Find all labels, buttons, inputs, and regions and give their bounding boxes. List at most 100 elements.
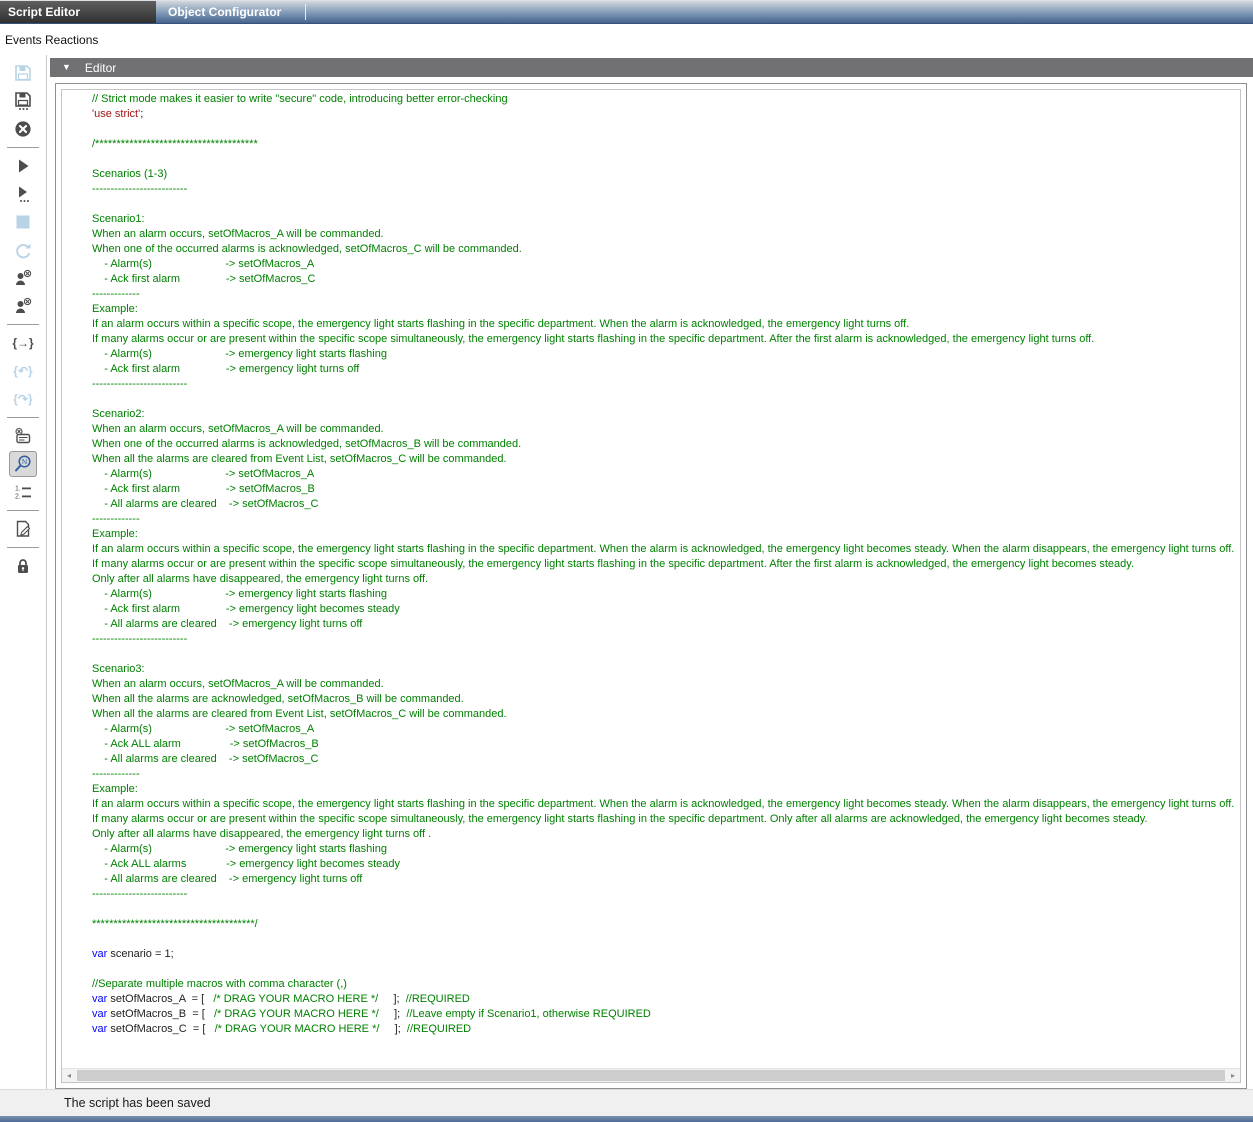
code-line bbox=[92, 647, 1236, 662]
scroll-left-arrow-icon[interactable]: ◂ bbox=[62, 1069, 76, 1082]
editor-panel: ▼ Editor // Strict mode makes it easier … bbox=[47, 55, 1253, 1089]
toolbar-separator bbox=[7, 417, 39, 418]
page-edit-icon bbox=[13, 519, 33, 539]
save-button[interactable] bbox=[9, 60, 37, 86]
code-line bbox=[92, 152, 1236, 167]
code-line: var setOfMacros_A = [ /* DRAG YOUR MACRO… bbox=[92, 992, 1236, 1007]
code-line: - All alarms are cleared -> setOfMacros_… bbox=[92, 497, 1236, 512]
toolbar-separator bbox=[7, 324, 39, 325]
code-line: If an alarm occurs within a specific sco… bbox=[92, 542, 1236, 557]
svg-text:N: N bbox=[22, 459, 27, 466]
form-x-icon bbox=[13, 426, 33, 446]
code-line: When all the alarms are cleared from Eve… bbox=[92, 707, 1236, 722]
code-line: 'use strict'; bbox=[92, 107, 1236, 122]
editor-panel-header[interactable]: ▼ Editor bbox=[50, 58, 1253, 77]
tab-script-editor[interactable]: Script Editor bbox=[0, 1, 156, 23]
code-line: - Alarm(s) -> setOfMacros_A bbox=[92, 257, 1236, 272]
lock-button[interactable] bbox=[9, 553, 37, 579]
code-line: If many alarms occur or are present with… bbox=[92, 812, 1236, 827]
code-line: If many alarms occur or are present with… bbox=[92, 557, 1236, 572]
code-line: Scenario2: bbox=[92, 407, 1236, 422]
braces-redo-icon: {↷} bbox=[13, 393, 32, 405]
code-line: /************************************** bbox=[92, 137, 1236, 152]
scrollbar-thumb[interactable] bbox=[77, 1070, 1225, 1081]
code-line bbox=[92, 962, 1236, 977]
cancel-button[interactable] bbox=[9, 116, 37, 142]
numbered-list-icon: 1.2. bbox=[13, 482, 33, 502]
code-line: - All alarms are cleared -> emergency li… bbox=[92, 872, 1236, 887]
run-button[interactable] bbox=[9, 153, 37, 179]
circle-x-icon bbox=[13, 119, 33, 139]
code-line: If an alarm occurs within a specific sco… bbox=[92, 317, 1236, 332]
horizontal-scrollbar[interactable]: ◂ ▸ bbox=[62, 1068, 1240, 1082]
code-line: - All alarms are cleared -> setOfMacros_… bbox=[92, 752, 1236, 767]
redo-button[interactable] bbox=[9, 237, 37, 263]
script-code-editor[interactable]: // Strict mode makes it easier to write … bbox=[61, 89, 1241, 1083]
code-line: - Alarm(s) -> emergency light starts fla… bbox=[92, 587, 1236, 602]
subnav-bar: Events Reactions bbox=[0, 24, 1253, 55]
code-line: - Ack ALL alarm -> setOfMacros_B bbox=[92, 737, 1236, 752]
code-line: Example: bbox=[92, 527, 1236, 542]
code-lines[interactable]: // Strict mode makes it easier to write … bbox=[62, 90, 1240, 1068]
code-line: Only after all alarms have disappeared, … bbox=[92, 827, 1236, 842]
code-line: var setOfMacros_C = [ /* DRAG YOUR MACRO… bbox=[92, 1022, 1236, 1037]
script-undo-button[interactable]: {↶} bbox=[9, 358, 37, 384]
play-icon bbox=[13, 156, 33, 176]
code-line bbox=[92, 392, 1236, 407]
run-options-button[interactable] bbox=[9, 181, 37, 207]
user-remove-button[interactable] bbox=[9, 293, 37, 319]
status-bar: The script has been saved bbox=[0, 1089, 1253, 1116]
code-line: - Alarm(s) -> setOfMacros_A bbox=[92, 467, 1236, 482]
code-line: When all the alarms are acknowledged, se… bbox=[92, 692, 1236, 707]
script-toolbar: {→} {↶} {↷} N 1.2. bbox=[0, 55, 47, 1089]
code-line: Scenario1: bbox=[92, 212, 1236, 227]
code-line: If an alarm occurs within a specific sco… bbox=[92, 797, 1236, 812]
save-as-button[interactable] bbox=[9, 88, 37, 114]
play-dots-icon bbox=[13, 184, 33, 204]
code-line: var scenario = 1; bbox=[92, 947, 1236, 962]
export-edit-button[interactable] bbox=[9, 516, 37, 542]
code-line: - Ack first alarm -> emergency light bec… bbox=[92, 602, 1236, 617]
toolbar-separator bbox=[7, 147, 39, 148]
tab-separator bbox=[305, 4, 306, 20]
toolbar-separator bbox=[7, 510, 39, 511]
braces-arrow-icon: {→} bbox=[12, 337, 33, 349]
events-reactions-link[interactable]: Events Reactions bbox=[5, 33, 98, 47]
user-disable-button[interactable] bbox=[9, 265, 37, 291]
script-editor-app: Script Editor Object Configurator Events… bbox=[0, 0, 1253, 1122]
find-button[interactable]: N bbox=[9, 451, 37, 477]
code-line bbox=[92, 1052, 1236, 1067]
scroll-right-arrow-icon[interactable]: ▸ bbox=[1226, 1069, 1240, 1082]
code-line: ------------- bbox=[92, 287, 1236, 302]
braces-undo-icon: {↶} bbox=[13, 365, 32, 377]
script-import-button[interactable]: {→} bbox=[9, 330, 37, 356]
code-line: If many alarms occur or are present with… bbox=[92, 332, 1236, 347]
code-line bbox=[92, 197, 1236, 212]
code-line: Example: bbox=[92, 302, 1236, 317]
stop-button[interactable] bbox=[9, 209, 37, 235]
code-line: -------------------------- bbox=[92, 377, 1236, 392]
code-line: Only after all alarms have disappeared, … bbox=[92, 572, 1236, 587]
script-redo-button[interactable]: {↷} bbox=[9, 386, 37, 412]
clear-form-button[interactable] bbox=[9, 423, 37, 449]
tab-object-configurator[interactable]: Object Configurator bbox=[156, 1, 305, 23]
user-x-icon bbox=[13, 268, 33, 288]
line-numbers-button[interactable]: 1.2. bbox=[9, 479, 37, 505]
code-line: When all the alarms are cleared from Eve… bbox=[92, 452, 1236, 467]
editor-body: // Strict mode makes it easier to write … bbox=[50, 77, 1253, 1089]
code-line: - Ack first alarm -> setOfMacros_B bbox=[92, 482, 1236, 497]
code-line bbox=[92, 1037, 1236, 1052]
code-line: When an alarm occurs, setOfMacros_A will… bbox=[92, 227, 1236, 242]
editor-groupbox: // Strict mode makes it easier to write … bbox=[55, 83, 1247, 1089]
collapse-triangle-icon[interactable]: ▼ bbox=[62, 63, 71, 72]
svg-text:2.: 2. bbox=[15, 494, 21, 501]
user-x2-icon bbox=[13, 296, 33, 316]
code-line: ------------- bbox=[92, 767, 1236, 782]
code-line: - All alarms are cleared -> emergency li… bbox=[92, 617, 1236, 632]
magnifier-n-icon: N bbox=[13, 454, 33, 474]
editor-panel-title: Editor bbox=[85, 61, 116, 75]
code-line: -------------------------- bbox=[92, 632, 1236, 647]
code-line: - Ack first alarm -> emergency light tur… bbox=[92, 362, 1236, 377]
padlock-icon bbox=[13, 556, 33, 576]
code-line: Scenarios (1-3) bbox=[92, 167, 1236, 182]
